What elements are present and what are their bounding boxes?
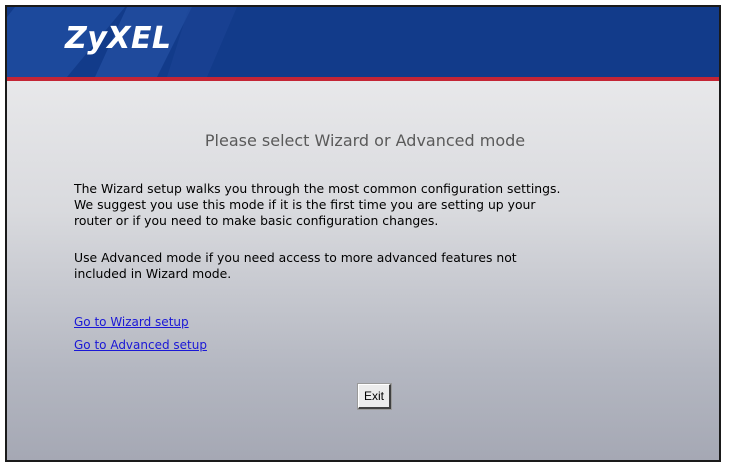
advanced-description: Use Advanced mode if you need access to …: [74, 250, 694, 282]
wizard-setup-link[interactable]: Go to Wizard setup: [74, 315, 189, 329]
header-accent-line: [7, 77, 719, 81]
header-banner: ZyXEL: [7, 7, 719, 77]
wizard-description-line: We suggest you use this mode if it is th…: [74, 197, 536, 212]
exit-button[interactable]: Exit: [357, 383, 392, 410]
wizard-description-line: router or if you need to make basic conf…: [74, 213, 439, 228]
advanced-description-line: Use Advanced mode if you need access to …: [74, 250, 517, 265]
advanced-setup-link[interactable]: Go to Advanced setup: [74, 338, 207, 352]
page-title: Please select Wizard or Advanced mode: [204, 131, 526, 150]
page-frame: ZyXEL Please select Wizard or Advanced m…: [5, 5, 721, 462]
wizard-description-line: The Wizard setup walks you through the m…: [74, 181, 561, 196]
advanced-description-line: included in Wizard mode.: [74, 266, 232, 281]
brand-logo: ZyXEL: [65, 21, 172, 56]
wizard-description: The Wizard setup walks you through the m…: [74, 181, 694, 229]
